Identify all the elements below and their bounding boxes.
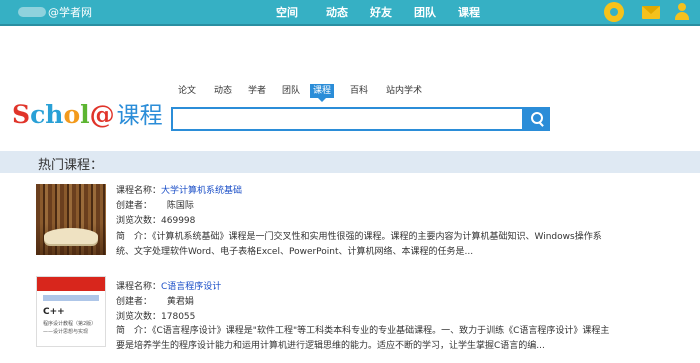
course-name-link[interactable]: C语言程序设计 [161, 282, 221, 292]
search-tab-dynamic[interactable]: 动态 [214, 84, 232, 98]
logo-letter-l: l [80, 100, 90, 129]
course-name-link[interactable]: 大学计算机系统基础 [161, 186, 242, 196]
course-description: 简 介：《计算机系统基础》课程是一门交叉性和实用性很强的课程。课程的主要内容为计… [116, 230, 616, 260]
nav-dynamic[interactable]: 动态 [326, 4, 348, 20]
nav-friends[interactable]: 好友 [370, 4, 392, 20]
top-bar: @学者网 空间 动态 好友 团队 课程 [0, 0, 700, 26]
search-tab-wiki[interactable]: 百科 [350, 84, 368, 98]
course-views: 178055 [161, 312, 196, 322]
course-thumbnail[interactable]: C++ 程序设计教程（第2版） ——设计思想与实现 [36, 276, 106, 347]
course-views-label: 浏览次数： [116, 216, 162, 226]
book-cover-subtitle: 程序设计教程（第2版） [43, 321, 97, 327]
search-button[interactable] [524, 107, 550, 131]
mail-icon[interactable] [642, 6, 660, 19]
hot-courses-title: 热门课程： [38, 158, 104, 173]
logo-letter-o: o [63, 100, 81, 129]
logo-course-text: 课程 [116, 103, 163, 129]
search-input[interactable] [171, 107, 524, 131]
logo-at: @ [89, 100, 115, 129]
course-desc-text: 《C语言程序设计》课程是"软件工程"等工科类本科专业的专业基础课程。一、致力于训… [116, 326, 610, 351]
book-cover-stripe [37, 277, 105, 291]
book-cover-band [43, 295, 99, 301]
logo-letters-ch: ch [30, 100, 64, 129]
course-creator: 陈国际 [166, 201, 194, 211]
course-creator: 黄君娟 [166, 297, 194, 307]
logo-letter-s: S [12, 100, 31, 129]
brand-logo-mark [18, 7, 46, 17]
brand-text: @学者网 [48, 6, 92, 19]
course-creator-label: 创建者： [116, 297, 153, 307]
book-cover-title: C++ [43, 307, 65, 317]
course-views-label: 浏览次数： [116, 312, 162, 322]
course-name-label: 课程名称： [116, 186, 162, 196]
course-description: 简 介：《C语言程序设计》课程是"软件工程"等工科类本科专业的专业基础课程。一、… [116, 324, 616, 354]
search-tab-scholars[interactable]: 学者 [248, 84, 266, 98]
gear-icon[interactable] [604, 2, 624, 22]
nav-course[interactable]: 课程 [458, 4, 480, 20]
book-cover-subtitle-2: ——设计思想与实现 [43, 329, 89, 335]
search-tab-papers[interactable]: 论文 [178, 84, 196, 98]
user-icon[interactable] [674, 2, 690, 22]
nav-space[interactable]: 空间 [276, 4, 298, 20]
course-desc-text: 《计算机系统基础》课程是一门交叉性和实用性很强的课程。课程的主要内容为计算机基础… [116, 232, 602, 257]
course-views: 469998 [161, 216, 196, 226]
nav-team[interactable]: 团队 [414, 4, 436, 20]
course-desc-label: 简 介： [116, 326, 153, 336]
hot-courses-header: 热门课程： [0, 151, 700, 173]
site-brand[interactable]: @学者网 [18, 4, 92, 20]
course-name-label: 课程名称： [116, 282, 162, 292]
search-tab-site-academic[interactable]: 站内学术 [386, 84, 422, 98]
search-tab-course[interactable]: 课程 [310, 84, 335, 102]
course-thumbnail[interactable] [36, 184, 106, 255]
course-creator-label: 创建者： [116, 201, 153, 211]
course-desc-label: 简 介： [116, 232, 153, 242]
school-logo[interactable]: Schol@课程 [12, 96, 163, 129]
search-tab-team[interactable]: 团队 [282, 84, 300, 98]
